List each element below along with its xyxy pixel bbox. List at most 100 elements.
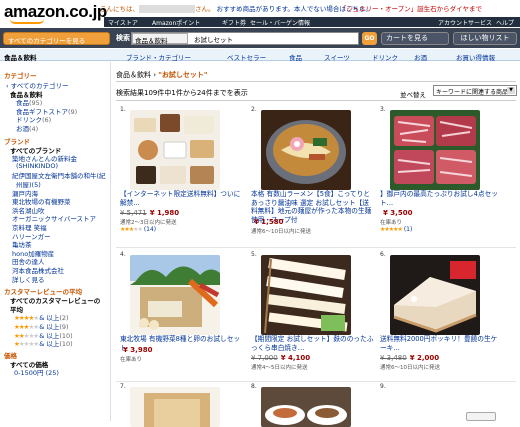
logo-smile-icon: [10, 19, 44, 24]
sidebar-review-0[interactable]: すべてのカスタマーレビューの: [10, 295, 100, 305]
subnav-home[interactable]: 食品＆飲料: [4, 52, 37, 62]
product-rank: 6.: [380, 251, 386, 258]
row-divider: [116, 381, 516, 382]
recommend-link[interactable]: おすすめ商品: [217, 5, 256, 13]
top-nav: マイストア Amazonポイント ギフト券 セール・バーゲン情報 アカウントサー…: [104, 17, 520, 27]
product-image[interactable]: [261, 255, 351, 335]
product-rank: 4.: [120, 251, 126, 258]
product-rank: 9.: [380, 383, 386, 390]
search-label: 検索: [116, 34, 130, 42]
product-title-link[interactable]: 【インターネット限定送料無料】ついに解禁...: [120, 190, 244, 207]
list-price: ¥ 3,480: [380, 354, 407, 362]
subnav-brand-category[interactable]: ブランド・カテゴリー: [126, 52, 191, 62]
star-rating-icon: ★★★★★: [14, 340, 39, 349]
review-label: すべてのカスタマーレビューの: [10, 297, 101, 306]
product-image[interactable]: [130, 255, 220, 335]
nav-help[interactable]: ヘルプ: [496, 18, 514, 27]
breadcrumb: 食品＆飲料 › "お試しセット": [116, 70, 208, 80]
shipping-info: 在庫あり: [380, 220, 403, 226]
shipping-info: 通常4～5日以内に発送: [251, 365, 308, 371]
product-rank: 7.: [120, 383, 126, 390]
product-image[interactable]: [261, 110, 351, 190]
sale-price: ¥ 1,980: [149, 209, 180, 217]
product-title-link[interactable]: 】御戸内の最高たっぷりお試し4点セット...: [380, 190, 504, 207]
greeting: こんにちは、 さん。 おすすめ商品があります。本人でない場合はこちら。: [100, 3, 372, 13]
star-rating-icon: ★★★★★: [120, 226, 143, 233]
more-button[interactable]: [466, 412, 496, 421]
product-title-link[interactable]: 送料無料2000円ポッキリ！豊饒の生ケーキ...: [380, 335, 504, 352]
product-title-link[interactable]: 【期間限定 お試しセット】麩ののったふっくら串白焼き...: [251, 335, 375, 352]
cart-button[interactable]: カートを見る: [381, 32, 449, 45]
sidebar-price-1[interactable]: 0-1500円 (25): [14, 367, 59, 377]
product-image[interactable]: [130, 387, 220, 427]
cart-label: カートを見る: [386, 34, 428, 42]
greeting-suffix: さん。: [195, 5, 215, 13]
wishlist-button[interactable]: ほしい物リスト: [453, 32, 517, 45]
sale-price: ¥ 1,580: [254, 217, 284, 226]
sort-select[interactable]: キーワードに関連する商品 ▼: [433, 85, 517, 96]
sidebar-review-5[interactable]: ★★★★★ & 以上(10): [14, 338, 73, 348]
sidebar-category-5[interactable]: お酒(4): [16, 123, 38, 133]
sort-value: キーワードに関連する商品: [436, 89, 509, 96]
breadcrumb-query: "お試しセット": [158, 71, 208, 79]
nav-my-store[interactable]: マイストア: [108, 18, 138, 27]
shipping-info: 通常6～10日以内に発送: [251, 228, 311, 235]
list-price: ¥ 5,471: [120, 209, 147, 217]
subnav-deals[interactable]: お買い得情報: [456, 52, 495, 62]
amazon-logo[interactable]: amazon.co.jp: [4, 2, 107, 24]
sidebar-brand-2[interactable]: (SHINKINDO): [16, 162, 58, 170]
review-label: & 以上: [39, 340, 60, 349]
all-categories-button[interactable]: すべてのカテゴリーを見る: [3, 32, 110, 45]
product-price: ¥ 3,980: [120, 346, 152, 354]
promo-banner[interactable]: 「ジュエリー・オープン」誕生石からダイヤまで: [340, 3, 482, 13]
search-query-text: お試しセット: [194, 36, 233, 44]
nav-sale[interactable]: セール・バーゲン情報: [250, 18, 310, 27]
category-count: (4): [29, 125, 39, 133]
chevron-down-icon: ▼: [507, 87, 515, 94]
nav-gift-cards[interactable]: ギフト券: [222, 18, 246, 27]
category-heading: カテゴリー: [4, 72, 37, 80]
product-rank: 5.: [251, 251, 257, 258]
product-image[interactable]: [390, 110, 480, 190]
product-rank: 3.: [380, 106, 386, 113]
search-scope-select[interactable]: 食品＆飲料: [132, 33, 188, 45]
product-price: ¥ 7,000 ¥ 4,100: [251, 354, 310, 362]
subnav-bestseller[interactable]: ベストセラー: [227, 52, 266, 62]
product-rank: 2.: [251, 106, 257, 113]
product-image[interactable]: [261, 387, 351, 427]
nav-account[interactable]: アカウントサービス: [438, 18, 492, 27]
subnav-food[interactable]: 食品: [289, 52, 302, 62]
rating[interactable]: ★★★★★ (14): [120, 226, 156, 233]
shipping-info: 在庫あり: [120, 356, 143, 363]
sort-label: 並べ替え: [400, 91, 426, 99]
breadcrumb-category[interactable]: 食品＆飲料 ›: [116, 71, 158, 79]
category-label: お酒: [16, 125, 29, 133]
sidebar-divider: [110, 62, 111, 421]
nav-points[interactable]: Amazonポイント: [152, 18, 200, 27]
category-count: (6): [42, 116, 52, 125]
divider: [116, 100, 516, 101]
category-count: (9): [68, 107, 78, 116]
review-count[interactable]: (1): [404, 226, 413, 233]
product-image[interactable]: [390, 255, 480, 335]
sale-price: ¥ 2,000: [409, 354, 440, 362]
store-subnav: 食品＆飲料 ブランド・カテゴリー ベストセラー 食品 スイーツ ドリンク お酒 …: [0, 49, 520, 62]
divider: [116, 81, 516, 82]
subnav-drinks[interactable]: ドリンク: [372, 52, 398, 62]
sale-price: ¥ 3,980: [123, 345, 153, 354]
rating[interactable]: ★★★★★ (1): [380, 226, 412, 233]
subnav-alcohol[interactable]: お酒: [414, 52, 427, 62]
greeting-prefix: こんにちは、: [100, 5, 139, 13]
shipping-info: 通常6～10日以内に発送: [380, 365, 440, 371]
product-rank: 1.: [120, 106, 126, 113]
product-rank: 8.: [251, 383, 257, 390]
sidebar-brand-15[interactable]: 詳しく見る: [12, 274, 45, 284]
product-image[interactable]: [130, 110, 220, 190]
go-button[interactable]: GO: [362, 32, 377, 45]
product-price: ¥ 5,471 ¥ 1,980: [120, 209, 179, 217]
subnav-sweets[interactable]: スイーツ: [324, 52, 350, 62]
review-count[interactable]: (14): [144, 226, 156, 233]
star-rating-icon: ★★★★★: [380, 226, 403, 233]
sale-price: ¥ 4,100: [280, 354, 311, 362]
row-divider: [116, 247, 516, 248]
